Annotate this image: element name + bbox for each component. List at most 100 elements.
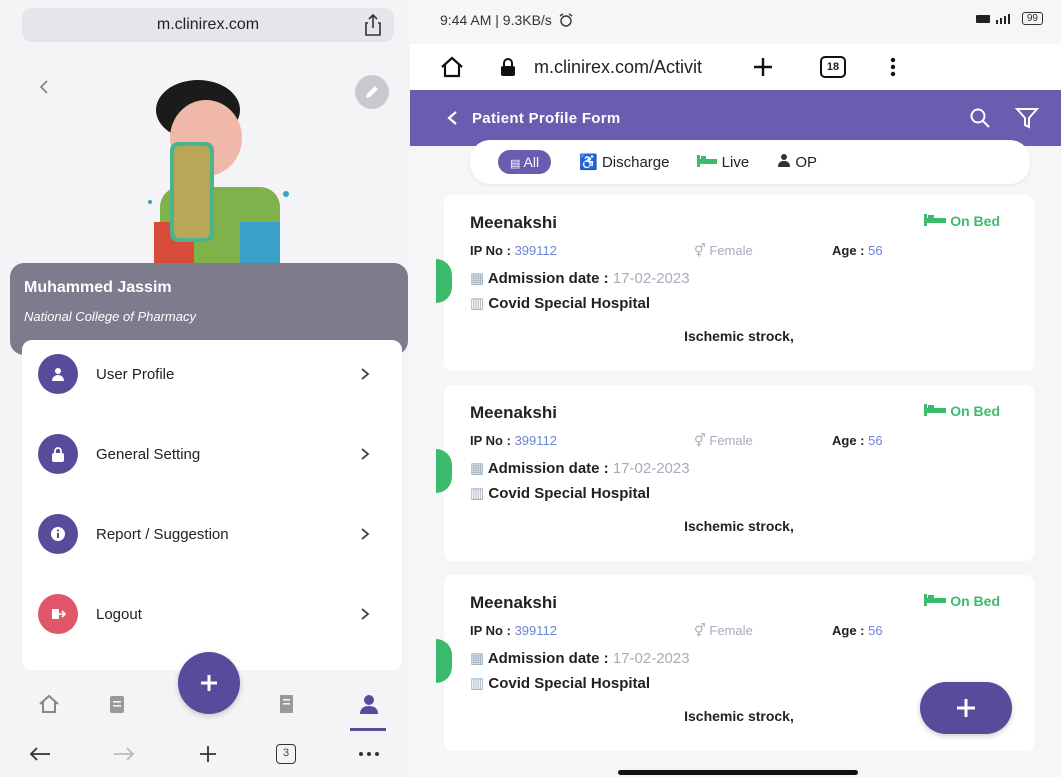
browser-toolbar: 3 [0,731,410,777]
back-icon[interactable] [446,110,460,126]
admission-value: 17-02-2023 [612,650,690,667]
browser-url: m.clinirex.com [156,16,260,33]
battery-level: 99 [1021,12,1043,25]
browser-more-icon[interactable] [356,743,382,765]
status-indicator [436,639,452,683]
filter-label: Discharge [601,154,670,171]
chevron-right-icon [361,368,370,380]
patient-name: Meenakshi [470,403,557,422]
age-label: Age : [832,433,865,448]
list-icon: ▤ [510,158,521,170]
filter-tab-all[interactable]: ▤ All [498,150,552,174]
calendar-icon: ▦ [470,460,485,477]
bed-status: On Bed [924,593,1000,609]
hospital: ▥ Covid Special Hospital [470,484,650,502]
menu-item-user-profile[interactable]: User Profile [22,346,402,402]
age-value: 56 [868,243,883,258]
menu-label: User Profile [96,365,175,383]
admission-label: Admission date : [487,460,609,477]
bed-status-label: On Bed [950,593,1000,609]
admission-date: ▦ Admission date : 17-02-2023 [470,459,690,477]
gender: ⚥ Female [694,623,753,639]
ip-label: IP No : [470,243,511,258]
bed-status-label: On Bed [950,403,1000,419]
hospital: ▥ Covid Special Hospital [470,294,650,312]
patient-name: Meenakshi [470,593,557,612]
chevron-right-icon [361,448,370,460]
hospital-name: Covid Special Hospital [488,485,651,502]
filter-tab-discharge[interactable]: ♿ Discharge [579,153,669,171]
chrome-toolbar: m.clinirex.com/Activit 18 [410,44,1061,90]
doctor-icon [778,154,791,167]
gender: ⚥ Female [694,243,753,259]
document-icon[interactable] [276,693,298,715]
tabs-count: 3 [276,744,296,764]
search-icon[interactable] [969,107,991,129]
filter-label: Live [721,153,750,171]
add-fab-button[interactable] [178,652,240,714]
hospital-icon: ▥ [470,675,485,692]
admission-label: Admission date : [487,270,609,287]
gender-icon: ⚥ [694,433,706,448]
browser-url-bar[interactable]: m.clinirex.com [22,8,394,42]
user-icon [38,354,78,394]
menu-item-logout[interactable]: Logout [22,586,402,642]
gender-value: Female [709,433,753,448]
admission-value: 17-02-2023 [612,460,690,477]
bed-status: On Bed [924,403,1000,419]
admission-value: 17-02-2023 [612,270,690,287]
alarm-icon [559,13,573,27]
menu-item-general-setting[interactable]: General Setting [22,426,402,482]
admission-date: ▦ Admission date : 17-02-2023 [470,649,690,667]
back-chevron-icon[interactable] [36,78,54,96]
ip-number: IP No : 399112 [470,433,557,448]
filter-tab-live[interactable]: Live [697,154,749,171]
edit-profile-button[interactable] [355,75,389,109]
plus-icon [201,675,217,691]
new-tab-icon[interactable] [752,56,774,78]
info-icon [38,514,78,554]
page-title: Patient Profile Form [472,109,621,127]
home-icon[interactable] [440,56,464,78]
browser-forward-icon[interactable] [112,743,136,765]
person-icon[interactable] [358,693,380,715]
profile-name: Muhammed Jassim [24,279,172,296]
gender-value: Female [709,243,753,258]
hospital: ▥ Covid Special Hospital [470,674,650,692]
filter-tabs: ▤ All ♿ Discharge Live OP [470,140,1030,184]
lock-icon [38,434,78,474]
patient-card[interactable]: Meenakshi On Bed IP No : 399112 ⚥ Female… [436,385,1034,561]
filter-label: All [523,154,540,170]
browser-tabs-button[interactable]: 3 [274,743,298,765]
gender-icon: ⚥ [694,623,706,638]
hospital-name: Covid Special Hospital [488,675,651,692]
home-icon[interactable] [38,693,60,715]
age-label: Age : [832,243,865,258]
ip-value: 399112 [514,243,557,258]
clipboard-icon[interactable] [106,693,128,715]
bed-icon [924,214,947,226]
age-label: Age : [832,623,865,638]
lock-icon [501,58,515,76]
browser-back-icon[interactable] [28,743,52,765]
admission-label: Admission date : [487,650,609,667]
menu-item-report-suggestion[interactable]: Report / Suggestion [22,506,402,562]
status-time: 9:44 AM | 9.3KB/s [440,12,552,28]
age-value: 56 [868,433,883,448]
age: Age : 56 [832,623,883,638]
address-url[interactable]: m.clinirex.com/Activit [534,57,702,78]
tabs-count[interactable]: 18 [820,56,847,78]
home-indicator [618,770,858,775]
logout-icon [38,594,78,634]
gender-icon: ⚥ [694,243,706,258]
more-vert-icon[interactable] [890,57,896,77]
add-patient-fab[interactable] [920,682,1012,734]
app-bar: Patient Profile Form [410,90,1061,146]
share-icon[interactable] [364,14,382,36]
filter-tab-op[interactable]: OP [777,153,817,171]
browser-new-tab-icon[interactable] [196,743,220,765]
patient-card[interactable]: Meenakshi On Bed IP No : 399112 ⚥ Female… [436,195,1034,371]
calendar-icon: ▦ [470,270,485,287]
filter-icon[interactable] [1015,107,1039,129]
hospital-icon: ▥ [470,295,485,312]
